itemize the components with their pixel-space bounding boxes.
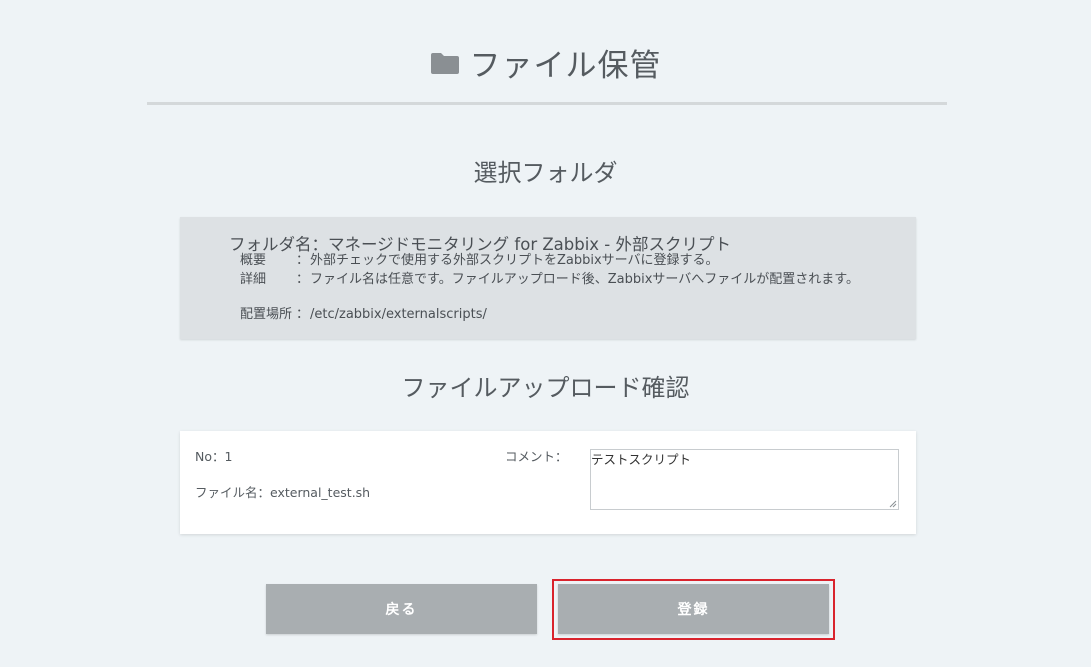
back-button[interactable]: 戻る [266,584,537,634]
info-sep: ： [296,253,310,268]
info-label: 概要 [240,253,267,268]
folder-info-panel: フォルダ名：マネージドモニタリング for Zabbix - 外部スクリプト 概… [180,217,916,339]
comment-text: テストスクリプト [591,452,692,467]
info-row-detail: 詳細 ： ファイル名は任意です。ファイルアップロード後、Zabbixサーバへファ… [240,271,880,288]
header-divider [147,102,947,105]
file-number: No：1 [195,449,233,464]
upload-file-card: No：1 ファイル名：external_test.sh コメント： テストスクリ… [180,431,916,534]
upload-confirm-heading: ファイルアップロード確認 [401,374,690,402]
info-row-summary: 概要 ： 外部チェックで使用する外部スクリプトをZabbixサーバに登録する。 [240,252,880,269]
comment-label: コメント： [505,449,568,464]
info-value: /etc/zabbix/externalscripts/ [310,307,487,322]
info-row-location: 配置場所 ： /etc/zabbix/externalscripts/ [240,306,880,323]
info-sep: ： [296,307,310,322]
selected-folder-heading: 選択フォルダ [473,159,618,187]
page-header: ファイル保管 [0,40,1091,85]
folder-icon [430,51,460,75]
info-label: 詳細 [240,272,267,287]
comment-textarea[interactable]: テストスクリプト [590,449,899,510]
info-label: 配置場所 [240,307,293,322]
page-title-text: ファイル保管 [469,48,662,84]
info-value: ファイル名は任意です。ファイルアップロード後、Zabbixサーバへファイルが配置… [310,272,859,287]
info-value: 外部チェックで使用する外部スクリプトをZabbixサーバに登録する。 [310,253,719,268]
file-name: ファイル名：external_test.sh [195,485,371,500]
info-sep: ： [296,272,310,287]
resize-grip-icon[interactable] [889,500,897,508]
register-button[interactable]: 登録 [558,584,829,634]
page-title: ファイル保管 [430,40,662,85]
